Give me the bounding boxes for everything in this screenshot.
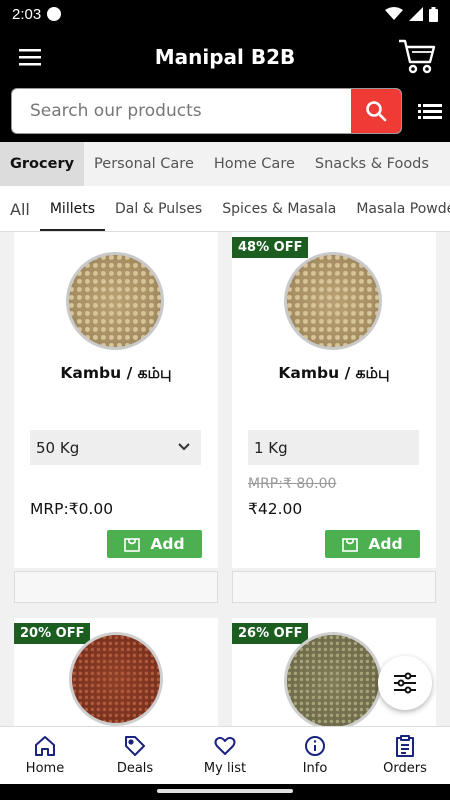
search-row	[0, 86, 450, 142]
search-icon	[366, 101, 387, 122]
signal-icon	[409, 7, 423, 21]
tab-beverages[interactable]: Bev	[439, 142, 450, 186]
list-view-icon[interactable]	[418, 100, 442, 122]
chevron-down-icon	[178, 443, 190, 451]
nav-info-label: Info	[302, 761, 328, 776]
subtab-millets[interactable]: Millets	[39, 186, 106, 231]
home-indicator[interactable]	[157, 789, 293, 793]
product-name: Kambu / கம்பு	[60, 364, 172, 382]
subcategory-tabs: All Millets Dal & Pulses Spices & Masala…	[0, 186, 450, 232]
menu-button[interactable]	[0, 28, 60, 86]
subtab-all[interactable]: All	[0, 186, 40, 231]
clipboard-icon	[396, 735, 414, 757]
filter-button[interactable]	[378, 656, 432, 710]
nav-home[interactable]: Home	[0, 727, 90, 784]
bag-icon	[124, 538, 141, 552]
app-title: Manipal B2B	[154, 45, 296, 69]
status-time: 2:03	[12, 5, 42, 23]
nav-my-list-label: My list	[203, 761, 247, 776]
cart-icon	[399, 39, 436, 74]
status-icons	[385, 6, 438, 22]
wifi-icon	[385, 7, 403, 20]
search-button[interactable]	[351, 89, 401, 133]
tab-snacks-foods[interactable]: Snacks & Foods	[305, 142, 439, 186]
variant-select[interactable]: 50 Kg	[30, 430, 201, 465]
card-footer	[14, 571, 218, 603]
add-label: Add	[368, 535, 403, 553]
subtab-masala-powders[interactable]: Masala Powders	[346, 186, 450, 231]
filter-sliders-icon	[394, 672, 416, 694]
add-button[interactable]: Add	[325, 530, 420, 558]
discount-badge: 48% OFF	[232, 237, 309, 258]
product-grid: Kambu / கம்பு 50 Kg MRP:₹0.00 Add 48% OF…	[0, 232, 450, 726]
heart-icon	[214, 736, 236, 755]
variant-value: 50 Kg	[36, 438, 80, 457]
variant-value: 1 Kg	[254, 438, 288, 457]
home-icon	[35, 736, 55, 756]
add-button[interactable]: Add	[107, 530, 202, 558]
status-bar: 2:03	[0, 0, 450, 28]
product-card[interactable]: 48% OFF Kambu / கம்பு 1 Kg MRP:₹ 80.00 ₹…	[232, 232, 436, 568]
tab-home-care[interactable]: Home Care	[204, 142, 305, 186]
product-price: MRP:₹0.00	[30, 500, 114, 518]
system-home-bar	[0, 784, 450, 800]
nav-deals[interactable]: Deals	[90, 727, 180, 784]
nav-info[interactable]: Info	[270, 727, 360, 784]
bag-icon	[342, 538, 359, 552]
bottom-nav: Home Deals My list Info Orders	[0, 726, 450, 784]
notification-icon	[47, 7, 62, 21]
add-label: Add	[150, 535, 185, 553]
product-price: ₹42.00	[248, 500, 303, 518]
search-box	[11, 88, 402, 134]
subtab-dal-pulses[interactable]: Dal & Pulses	[105, 186, 212, 231]
search-input[interactable]	[12, 89, 352, 133]
card-footer	[232, 571, 436, 603]
subtab-spices-masala[interactable]: Spices & Masala	[212, 186, 346, 231]
tab-grocery[interactable]: Grocery	[0, 142, 85, 186]
battery-icon	[429, 6, 438, 22]
app-bar: Manipal B2B	[0, 28, 450, 86]
product-name: Kambu / கம்பு	[278, 364, 390, 382]
product-card[interactable]: 20% OFF	[14, 618, 218, 726]
nav-deals-label: Deals	[116, 761, 154, 776]
nav-orders[interactable]: Orders	[360, 727, 450, 784]
cart-button[interactable]	[398, 38, 436, 78]
discount-badge: 20% OFF	[14, 623, 91, 644]
tag-icon	[125, 736, 145, 756]
hamburger-icon	[19, 49, 41, 66]
category-tabs: Grocery Personal Care Home Care Snacks &…	[0, 142, 450, 186]
info-icon	[305, 736, 325, 756]
nav-orders-label: Orders	[383, 761, 427, 776]
product-card[interactable]: Kambu / கம்பு 50 Kg MRP:₹0.00 Add	[14, 232, 218, 568]
product-image	[69, 632, 163, 726]
product-mrp: MRP:₹ 80.00	[248, 476, 337, 492]
product-image	[66, 252, 164, 350]
tab-personal-care[interactable]: Personal Care	[84, 142, 204, 186]
discount-badge: 26% OFF	[232, 623, 309, 644]
product-image	[284, 632, 382, 726]
product-image	[284, 252, 382, 350]
nav-home-label: Home	[25, 761, 65, 776]
nav-my-list[interactable]: My list	[180, 727, 270, 784]
variant-select[interactable]: 1 Kg	[248, 430, 419, 465]
app-screen: 2:03 Manipal B2B Search our products Gro…	[0, 0, 450, 800]
